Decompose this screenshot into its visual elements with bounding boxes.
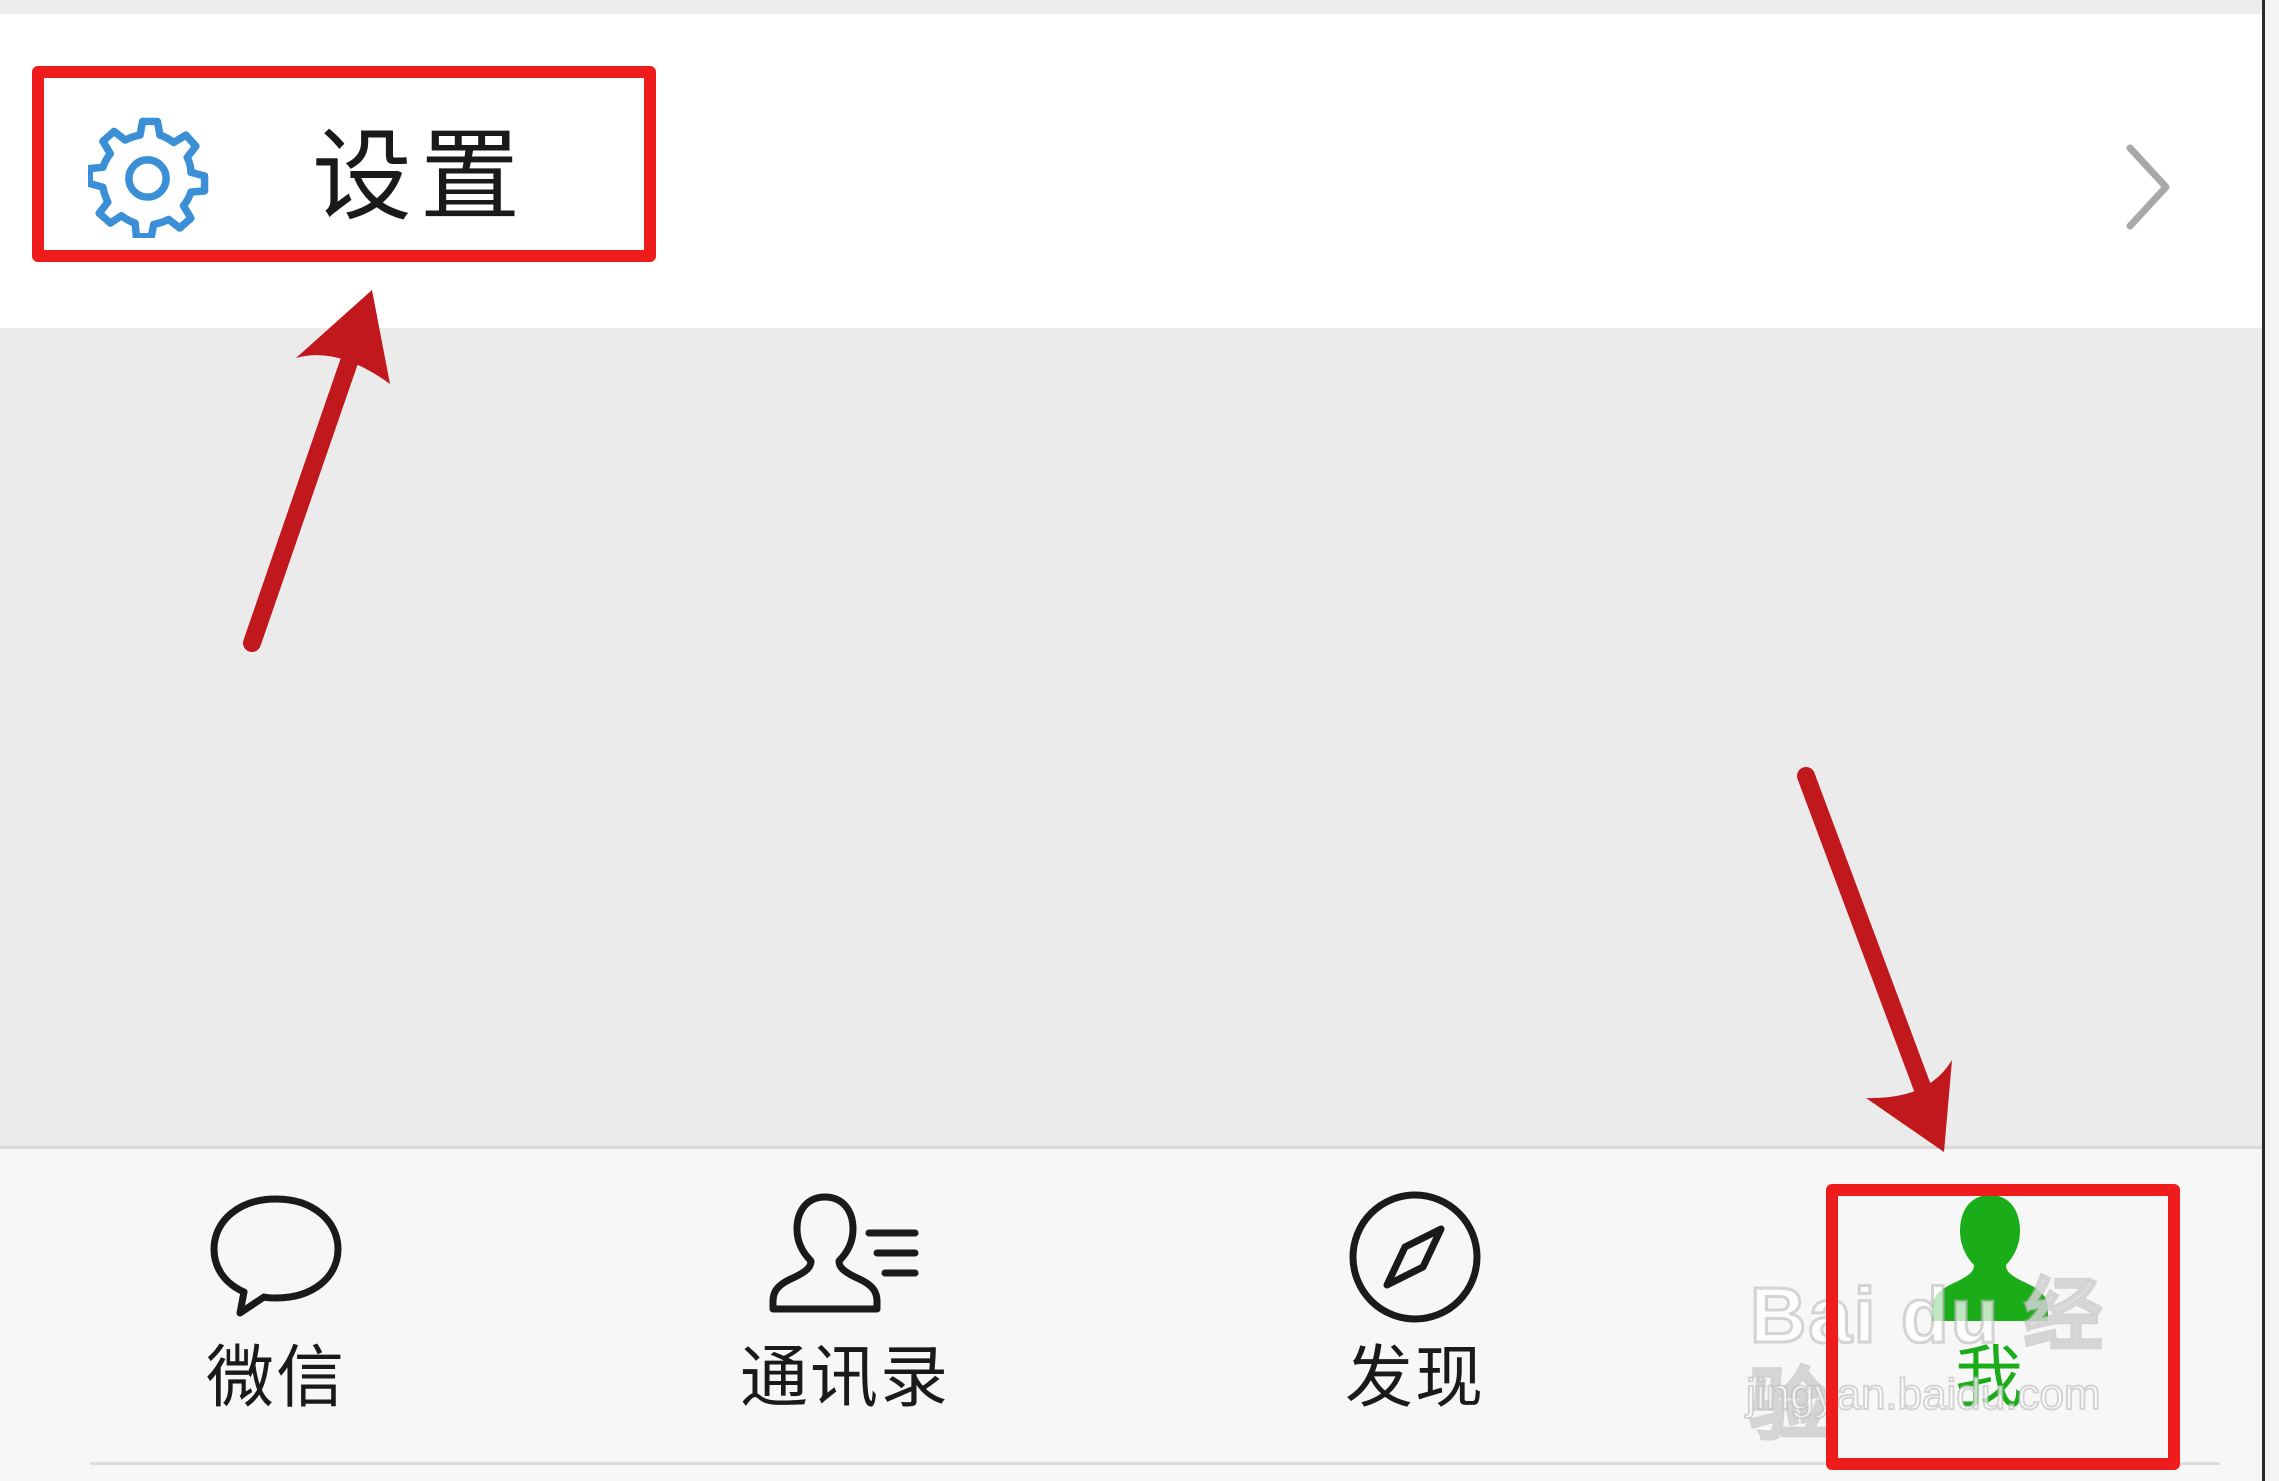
tab-label-contacts: 通讯录 — [739, 1339, 950, 1418]
chat-bubble-icon — [210, 1195, 342, 1317]
settings-highlight-box — [32, 66, 656, 262]
me-tab-highlight-box — [1826, 1184, 2180, 1470]
tab-label-weixin: 微信 — [205, 1339, 346, 1418]
tab-contacts[interactable]: 通讯录 — [695, 1189, 995, 1439]
chevron-right-icon — [2126, 144, 2170, 230]
tab-weixin[interactable]: 微信 — [126, 1189, 426, 1439]
page-background — [0, 328, 2262, 1146]
tab-discover[interactable]: 发现 — [1265, 1189, 1565, 1439]
contacts-icon — [769, 1193, 919, 1313]
screenshot: 设置 微信 通讯录 发现 我 Bai du 经验 jingyan.baidu.c… — [0, 0, 2279, 1481]
top-strip — [0, 0, 2279, 14]
tab-label-discover: 发现 — [1344, 1339, 1485, 1418]
compass-icon — [1349, 1191, 1481, 1323]
window-right-edge — [2262, 0, 2279, 1481]
